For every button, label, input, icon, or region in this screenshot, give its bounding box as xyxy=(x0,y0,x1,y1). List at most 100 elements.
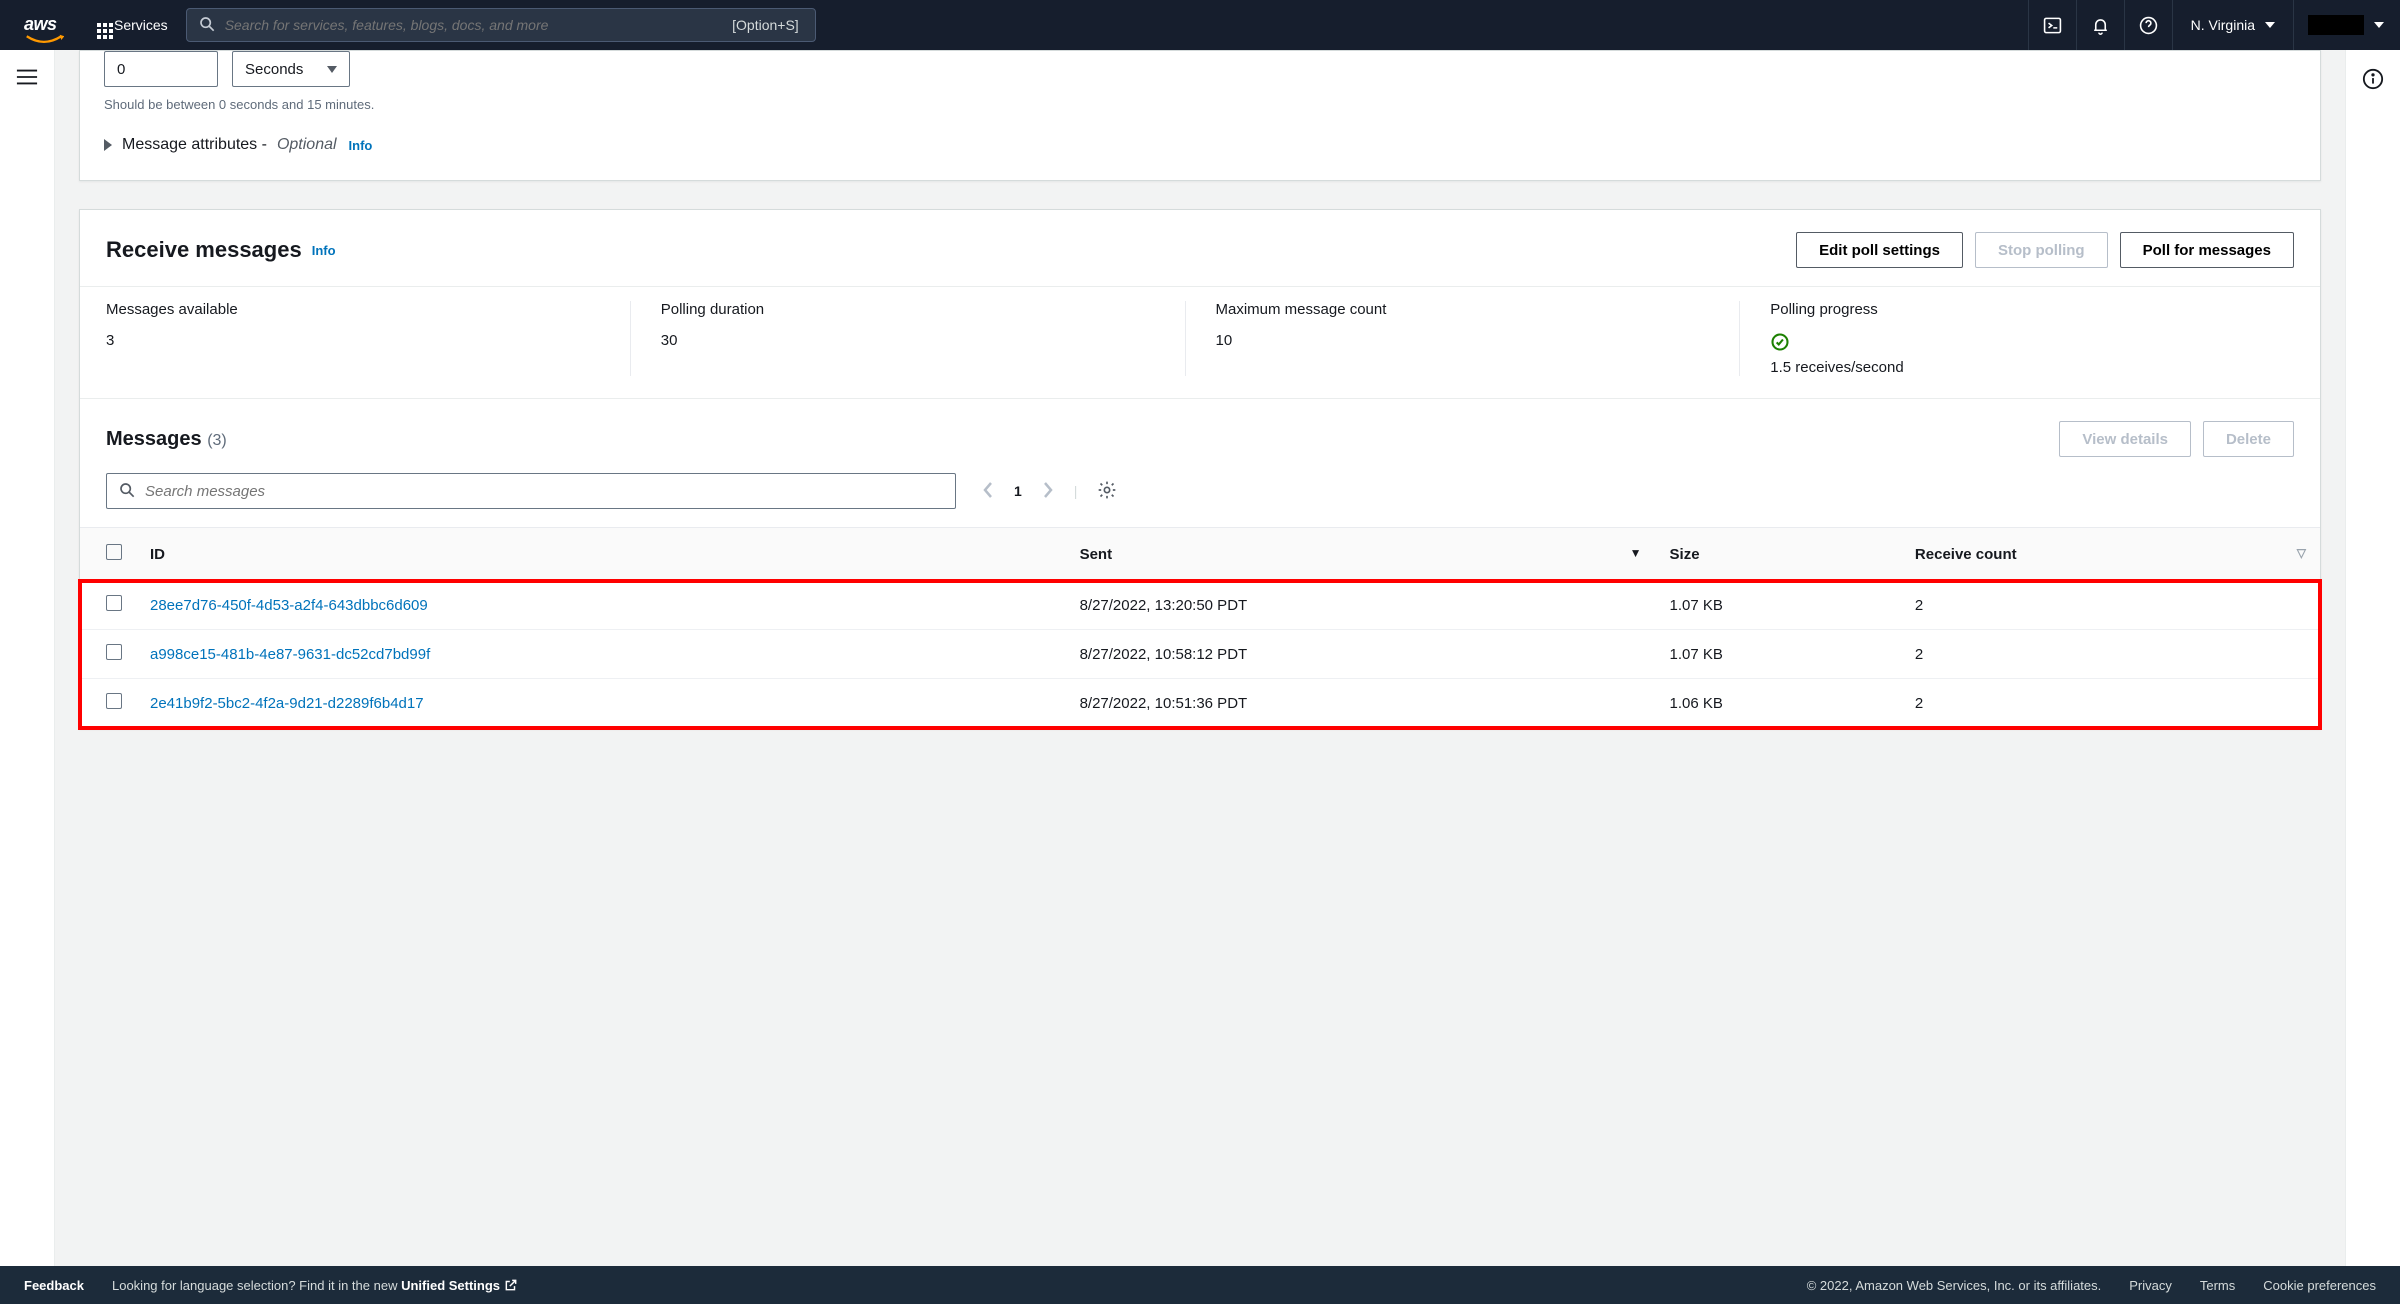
check-success-icon xyxy=(1770,332,2274,355)
footer-copyright: © 2022, Amazon Web Services, Inc. or its… xyxy=(1807,1278,2102,1293)
footer: Feedback Looking for language selection?… xyxy=(0,1266,2400,1304)
stat-value: 3 xyxy=(106,332,610,349)
unified-settings-label: Unified Settings xyxy=(401,1278,500,1293)
stat-label: Polling duration xyxy=(661,301,1165,318)
caret-down-icon xyxy=(2265,22,2275,28)
messages-table: ID Sent▼ Size Receive count▽ 28ee7d76-45… xyxy=(80,527,2320,728)
message-id-link[interactable]: 28ee7d76-450f-4d53-a2f4-643dbbc6d609 xyxy=(150,597,428,614)
message-size: 1.07 KB xyxy=(1656,630,1901,679)
stat-polling-progress: Polling progress 1.5 receives/second xyxy=(1739,301,2294,376)
messages-toolbar: 1 | xyxy=(80,463,2320,509)
notifications-icon[interactable] xyxy=(2076,0,2124,50)
row-checkbox[interactable] xyxy=(106,693,122,709)
search-input[interactable] xyxy=(225,17,728,33)
receive-stats: Messages available 3 Polling duration 30… xyxy=(80,286,2320,399)
col-size[interactable]: Size xyxy=(1656,528,1901,581)
unified-settings-link[interactable]: Unified Settings xyxy=(401,1278,518,1293)
view-details-button: View details xyxy=(2059,421,2191,457)
left-rail xyxy=(0,50,55,1266)
delay-hint: Should be between 0 seconds and 15 minut… xyxy=(104,97,2296,112)
messages-search-input[interactable] xyxy=(145,483,943,500)
stat-value: 30 xyxy=(661,332,1165,349)
receive-messages-panel: Receive messages Info Edit poll settings… xyxy=(79,209,2321,729)
content-area: 0 Seconds Should be between 0 seconds an… xyxy=(55,50,2345,1266)
expander-info-link[interactable]: Info xyxy=(349,138,373,153)
delay-panel: 0 Seconds Should be between 0 seconds an… xyxy=(79,50,2321,181)
receive-title: Receive messages Info xyxy=(106,237,336,263)
pager-current: 1 xyxy=(1014,483,1022,499)
row-checkbox[interactable] xyxy=(106,644,122,660)
expander-optional: Optional xyxy=(277,136,337,154)
footer-terms-link[interactable]: Terms xyxy=(2200,1278,2235,1293)
aws-logo[interactable]: aws xyxy=(10,11,78,39)
message-recv-count: 2 xyxy=(1901,679,2320,728)
search-icon xyxy=(119,482,135,501)
edit-poll-settings-button[interactable]: Edit poll settings xyxy=(1796,232,1963,268)
message-id-link[interactable]: 2e41b9f2-5bc2-4f2a-9d21-d2289f6b4d17 xyxy=(150,695,424,712)
messages-title-text: Messages xyxy=(106,428,202,450)
services-grid-icon[interactable] xyxy=(90,16,108,34)
message-sent: 8/27/2022, 10:51:36 PDT xyxy=(1066,679,1656,728)
messages-count: (3) xyxy=(207,432,227,449)
menu-toggle-icon[interactable] xyxy=(16,68,38,89)
caret-right-icon xyxy=(104,139,112,151)
caret-down-icon xyxy=(2374,22,2384,28)
top-nav: aws Services [Option+S] N. Virginia xyxy=(0,0,2400,50)
search-icon xyxy=(199,16,215,35)
aws-smile-icon xyxy=(24,31,64,39)
footer-cookies-link[interactable]: Cookie preferences xyxy=(2263,1278,2376,1293)
receive-title-text: Receive messages xyxy=(106,237,302,263)
col-recv-label: Receive count xyxy=(1915,546,2017,563)
info-panel-toggle-icon[interactable] xyxy=(2362,68,2384,93)
table-row: a998ce15-481b-4e87-9631-dc52cd7bd99f 8/27… xyxy=(80,630,2320,679)
stat-max-message-count: Maximum message count 10 xyxy=(1185,301,1740,376)
feedback-link[interactable]: Feedback xyxy=(24,1278,84,1293)
messages-title: Messages (3) xyxy=(106,428,227,451)
chevron-down-icon xyxy=(327,66,337,73)
col-sent-label: Sent xyxy=(1080,546,1113,563)
account-name-redacted xyxy=(2308,15,2364,35)
stat-polling-duration: Polling duration 30 xyxy=(630,301,1185,376)
col-id[interactable]: ID xyxy=(136,528,1066,581)
message-id-link[interactable]: a998ce15-481b-4e87-9631-dc52cd7bd99f xyxy=(150,646,430,663)
poll-for-messages-button[interactable]: Poll for messages xyxy=(2120,232,2294,268)
receive-info-link[interactable]: Info xyxy=(312,243,336,258)
stat-value: 1.5 receives/second xyxy=(1770,359,2274,376)
receive-buttons: Edit poll settings Stop polling Poll for… xyxy=(1796,232,2294,268)
stop-polling-button: Stop polling xyxy=(1975,232,2108,268)
stat-value: 10 xyxy=(1216,332,1720,349)
footer-privacy-link[interactable]: Privacy xyxy=(2129,1278,2172,1293)
message-recv-count: 2 xyxy=(1901,630,2320,679)
delay-unit-select[interactable]: Seconds xyxy=(232,51,350,87)
pager-prev-icon xyxy=(982,481,994,502)
region-selector[interactable]: N. Virginia xyxy=(2172,0,2293,50)
message-sent: 8/27/2022, 13:20:50 PDT xyxy=(1066,581,1656,630)
row-checkbox[interactable] xyxy=(106,595,122,611)
main-view: 0 Seconds Should be between 0 seconds an… xyxy=(0,50,2400,1266)
messages-actions: View details Delete xyxy=(2059,421,2294,457)
select-all-checkbox[interactable] xyxy=(106,544,122,560)
region-label: N. Virginia xyxy=(2191,17,2255,33)
pager: 1 | xyxy=(982,480,1117,503)
message-attributes-expander[interactable]: Message attributes - Optional Info xyxy=(104,136,2296,154)
account-menu[interactable] xyxy=(2293,0,2390,50)
services-label[interactable]: Services xyxy=(114,17,168,33)
message-sent: 8/27/2022, 10:58:12 PDT xyxy=(1066,630,1656,679)
message-size: 1.06 KB xyxy=(1656,679,1901,728)
expander-label: Message attributes - xyxy=(122,136,267,154)
external-link-icon xyxy=(504,1278,518,1293)
delay-unit-value: Seconds xyxy=(245,61,303,78)
pager-next-icon xyxy=(1042,481,1054,502)
help-icon[interactable] xyxy=(2124,0,2172,50)
stat-label: Maximum message count xyxy=(1216,301,1720,318)
delay-number-input[interactable]: 0 xyxy=(104,51,218,87)
delete-button: Delete xyxy=(2203,421,2294,457)
search-shortcut: [Option+S] xyxy=(728,17,803,33)
global-search[interactable]: [Option+S] xyxy=(186,8,816,42)
stat-label: Messages available xyxy=(106,301,610,318)
messages-search[interactable] xyxy=(106,473,956,509)
cloudshell-icon[interactable] xyxy=(2028,0,2076,50)
settings-gear-icon[interactable] xyxy=(1097,480,1117,503)
col-sent[interactable]: Sent▼ xyxy=(1066,528,1656,581)
col-receive-count[interactable]: Receive count▽ xyxy=(1901,528,2320,581)
